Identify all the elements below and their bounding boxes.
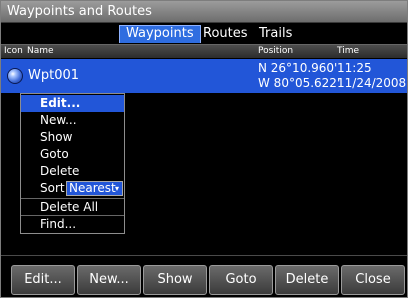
tab-bar: Waypoints Routes Trails <box>1 23 407 43</box>
sort-select[interactable]: Nearest ▾ <box>66 181 123 196</box>
show-button[interactable]: Show <box>143 265 207 295</box>
waypoints-window: Waypoints and Routes Waypoints Routes Tr… <box>0 0 408 298</box>
menu-item-goto[interactable]: Goto <box>21 146 124 163</box>
button-bar: Edit... New... Show Goto Delete Close <box>1 263 407 297</box>
table-row[interactable]: Wpt001 N 26°10.960' W 80°05.622' 11:25 1… <box>1 59 407 93</box>
list-divider <box>1 255 407 256</box>
window-title: Waypoints and Routes <box>7 4 152 19</box>
waypoint-icon <box>7 68 23 84</box>
tab-trails[interactable]: Trails <box>253 25 298 43</box>
waypoint-time: 11:25 <box>337 61 372 75</box>
context-menu: Edit... New... Show Goto Delete Sort Nea… <box>20 93 125 234</box>
menu-item-edit[interactable]: Edit... <box>21 95 124 112</box>
menu-item-show[interactable]: Show <box>21 129 124 146</box>
menu-item-delete[interactable]: Delete <box>21 163 124 180</box>
delete-button[interactable]: Delete <box>275 265 339 295</box>
waypoint-name: Wpt001 <box>28 68 80 83</box>
goto-button[interactable]: Goto <box>209 265 273 295</box>
sort-select-value: Nearest <box>69 181 116 195</box>
menu-item-delete-all[interactable]: Delete All <box>21 198 124 215</box>
tab-routes[interactable]: Routes <box>197 25 254 43</box>
waypoint-date: 11/24/2008 <box>337 76 407 90</box>
column-headers: Icon Name Position Time <box>1 44 407 58</box>
menu-item-find[interactable]: Find... <box>21 215 124 232</box>
tab-waypoints[interactable]: Waypoints <box>119 25 201 43</box>
waypoint-longitude: W 80°05.622' <box>258 76 341 90</box>
header-name[interactable]: Name <box>27 46 54 56</box>
new-button[interactable]: New... <box>77 265 141 295</box>
menu-item-sort[interactable]: Sort Nearest ▾ <box>21 180 124 197</box>
title-bar: Waypoints and Routes <box>1 1 407 23</box>
sort-label: Sort <box>40 181 65 195</box>
waypoint-latitude: N 26°10.960' <box>258 61 338 75</box>
header-position[interactable]: Position <box>258 46 293 56</box>
header-time[interactable]: Time <box>337 46 359 56</box>
close-button[interactable]: Close <box>341 265 405 295</box>
chevron-down-icon: ▾ <box>114 184 119 193</box>
header-icon[interactable]: Icon <box>4 46 23 56</box>
menu-item-new[interactable]: New... <box>21 112 124 129</box>
edit-button[interactable]: Edit... <box>11 265 75 295</box>
